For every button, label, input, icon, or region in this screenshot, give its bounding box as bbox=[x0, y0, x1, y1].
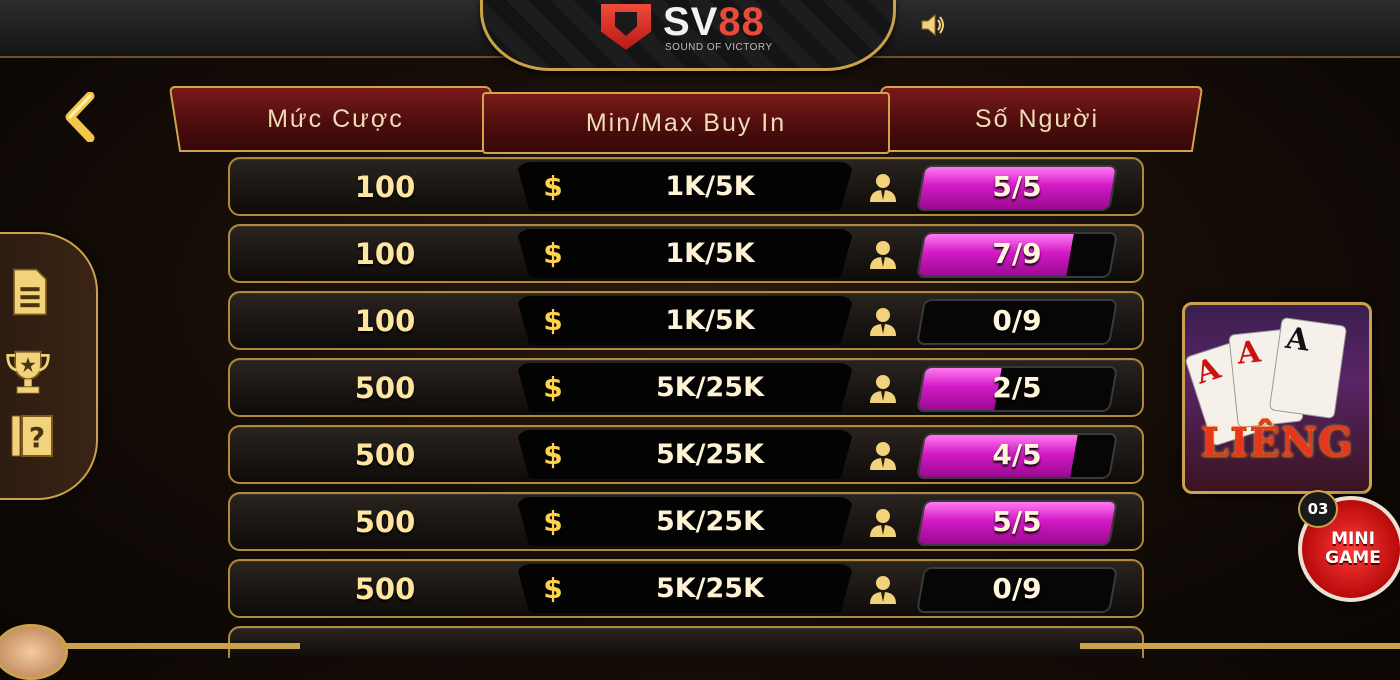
player-count: 5/5 bbox=[992, 505, 1042, 538]
person-icon bbox=[870, 375, 896, 403]
player-count: 4/5 bbox=[992, 438, 1042, 471]
column-header-bet-label: Mức Cược bbox=[266, 104, 404, 133]
brand-tagline: SOUND OF VICTORY bbox=[665, 42, 773, 53]
player-count: 5/5 bbox=[992, 170, 1042, 203]
help-icon[interactable]: ? bbox=[10, 414, 54, 458]
lieng-game-card[interactable]: A A A LIÊNG bbox=[1182, 302, 1372, 494]
column-header-players-label: Số Người bbox=[974, 104, 1100, 133]
bet-value: 500 bbox=[354, 504, 416, 539]
sv88-logo-icon bbox=[601, 4, 651, 50]
table-row[interactable]: 500 $ 5K/25K 5/5 bbox=[228, 492, 1144, 551]
bet-value: 100 bbox=[354, 236, 416, 271]
person-icon bbox=[870, 174, 896, 202]
table-row[interactable]: 100 $ 1K/5K 0/9 bbox=[228, 291, 1144, 350]
bet-value: 500 bbox=[354, 437, 416, 472]
table-row[interactable]: 500 $ 5K/25K 4/5 bbox=[228, 425, 1144, 484]
player-count: 2/5 bbox=[992, 371, 1042, 404]
playing-card: A bbox=[1268, 316, 1348, 420]
brand-logo-text: SV88 bbox=[663, 0, 765, 45]
bet-value: 100 bbox=[354, 169, 416, 204]
dollar-icon: $ bbox=[543, 438, 563, 471]
column-header-bet: Mức Cược bbox=[168, 86, 502, 152]
person-icon bbox=[870, 442, 896, 470]
dollar-icon: $ bbox=[543, 304, 563, 337]
buy-in-value: 5K/25K bbox=[655, 573, 765, 604]
bet-value: 100 bbox=[354, 303, 416, 338]
card-rank: A bbox=[1283, 320, 1312, 359]
mini-game-label: MINI GAME bbox=[1325, 529, 1381, 568]
dollar-icon: $ bbox=[543, 371, 563, 404]
table-row-partial[interactable] bbox=[228, 626, 1144, 658]
card-rank: A bbox=[1191, 350, 1225, 392]
person-icon bbox=[870, 308, 896, 336]
player-count: 0/9 bbox=[992, 304, 1042, 337]
table-row[interactable]: 100 $ 1K/5K 7/9 bbox=[228, 224, 1144, 283]
bottom-bar-left bbox=[60, 643, 300, 649]
column-header-players: Số Người bbox=[870, 86, 1204, 152]
card-rank: A bbox=[1235, 334, 1263, 372]
person-icon bbox=[870, 576, 896, 604]
speaker-icon[interactable] bbox=[920, 13, 946, 37]
brand-accent: 88 bbox=[718, 0, 765, 44]
dollar-icon: $ bbox=[543, 170, 563, 203]
buy-in-value: 1K/5K bbox=[665, 238, 755, 269]
buy-in-value: 5K/25K bbox=[655, 372, 765, 403]
bet-value: 500 bbox=[354, 370, 416, 405]
trophy-icon[interactable] bbox=[4, 348, 52, 396]
person-icon bbox=[870, 241, 896, 269]
dollar-icon: $ bbox=[543, 572, 563, 605]
bottom-bar-right bbox=[1080, 643, 1400, 649]
table-row[interactable]: 500 $ 5K/25K 2/5 bbox=[228, 358, 1144, 417]
brand-prefix: SV bbox=[663, 0, 719, 44]
buy-in-value: 1K/5K bbox=[665, 305, 755, 336]
document-icon[interactable] bbox=[6, 268, 54, 316]
dollar-icon: $ bbox=[543, 505, 563, 538]
svg-text:?: ? bbox=[29, 421, 45, 454]
bet-value: 500 bbox=[354, 571, 416, 606]
column-header-buy-in: Min/Max Buy In bbox=[482, 92, 890, 154]
player-count: 7/9 bbox=[992, 237, 1042, 270]
buy-in-value: 5K/25K bbox=[655, 439, 765, 470]
table-row[interactable]: 100 $ 1K/5K 5/5 bbox=[228, 157, 1144, 216]
avatar[interactable] bbox=[0, 624, 68, 680]
lieng-title: LIÊNG bbox=[1200, 419, 1354, 466]
buy-in-value: 5K/25K bbox=[655, 506, 765, 537]
person-icon bbox=[870, 509, 896, 537]
logo-plate: SV88 SOUND OF VICTORY bbox=[480, 0, 896, 71]
table-row[interactable]: 500 $ 5K/25K 0/9 bbox=[228, 559, 1144, 618]
mini-game-badge: 03 bbox=[1298, 490, 1338, 528]
chevron-left-icon[interactable] bbox=[62, 92, 96, 142]
column-header-buy-in-label: Min/Max Buy In bbox=[585, 108, 787, 137]
buy-in-value: 1K/5K bbox=[665, 171, 755, 202]
player-count: 0/9 bbox=[992, 572, 1042, 605]
dollar-icon: $ bbox=[543, 237, 563, 270]
